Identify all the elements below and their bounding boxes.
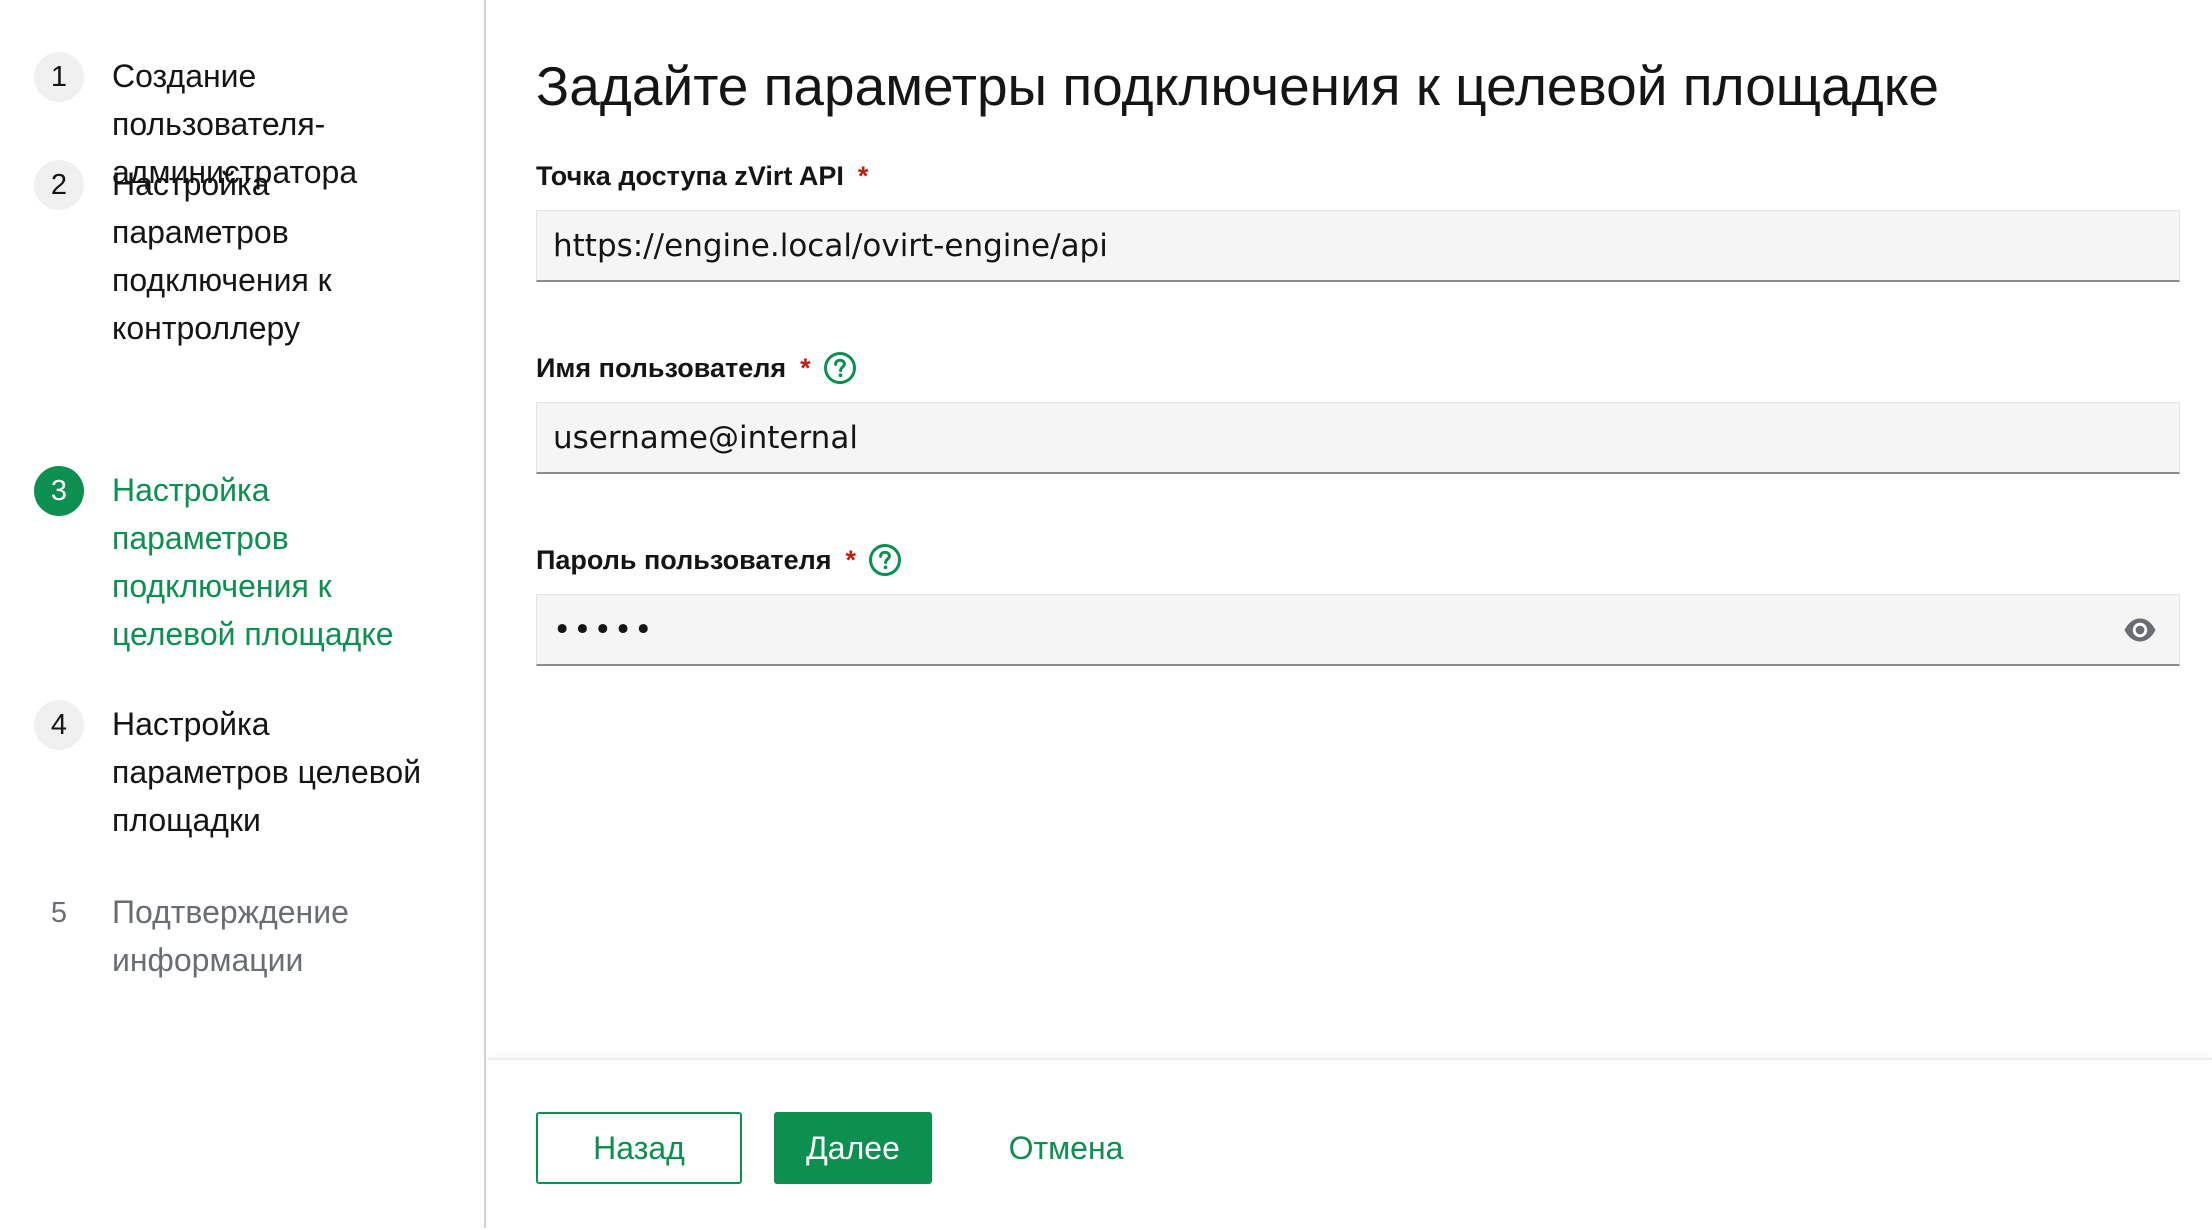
username-label: Имя пользователя * — [536, 350, 857, 386]
required-marker: * — [800, 352, 811, 383]
page-title: Задайте параметры подключения к целевой … — [536, 55, 1939, 117]
username-input[interactable] — [537, 403, 2179, 472]
step-label-4: Настройка параметров целевой площадки — [112, 706, 422, 838]
step-label-5: Подтверждение информации — [112, 894, 349, 978]
next-button[interactable]: Далее — [774, 1112, 932, 1184]
cancel-button[interactable]: Отмена — [986, 1112, 1146, 1184]
step-label-2: Настройка параметров подключения к контр… — [112, 166, 332, 346]
username-label-text: Имя пользователя — [536, 352, 787, 383]
step-number-3: 3 — [34, 466, 84, 516]
api-endpoint-label: Точка доступа zVirt API * — [536, 158, 868, 194]
question-circle-icon[interactable] — [823, 351, 857, 385]
wizard-footer: Назад Далее Отмена — [488, 1058, 2212, 1230]
step-number-1: 1 — [34, 52, 84, 102]
eye-icon[interactable] — [2123, 615, 2157, 645]
step-number-5: 5 — [50, 897, 68, 929]
password-input[interactable] — [537, 595, 2179, 664]
wizard-main: Задайте параметры подключения к целевой … — [488, 0, 2212, 1230]
step-number-4: 4 — [34, 700, 84, 750]
password-label: Пароль пользователя * — [536, 542, 902, 578]
api-endpoint-input[interactable] — [537, 211, 2179, 280]
step-number-2: 2 — [34, 160, 84, 210]
required-marker: * — [857, 160, 869, 191]
username-input-wrapper — [536, 402, 2180, 474]
password-label-text: Пароль пользователя — [536, 544, 832, 575]
api-endpoint-label-text: Точка доступа zVirt API — [536, 160, 844, 191]
password-input-wrapper — [536, 594, 2180, 666]
api-endpoint-input-wrapper — [536, 210, 2180, 282]
wizard: 1 Создание пользователя-администратора 2… — [0, 0, 2212, 1230]
question-circle-icon[interactable] — [868, 543, 902, 577]
required-marker: * — [845, 544, 857, 575]
step-label-3: Настройка параметров подключения к целев… — [112, 472, 394, 652]
wizard-steps-sidebar: 1 Создание пользователя-администратора 2… — [0, 0, 486, 1228]
back-button[interactable]: Назад — [536, 1112, 742, 1184]
